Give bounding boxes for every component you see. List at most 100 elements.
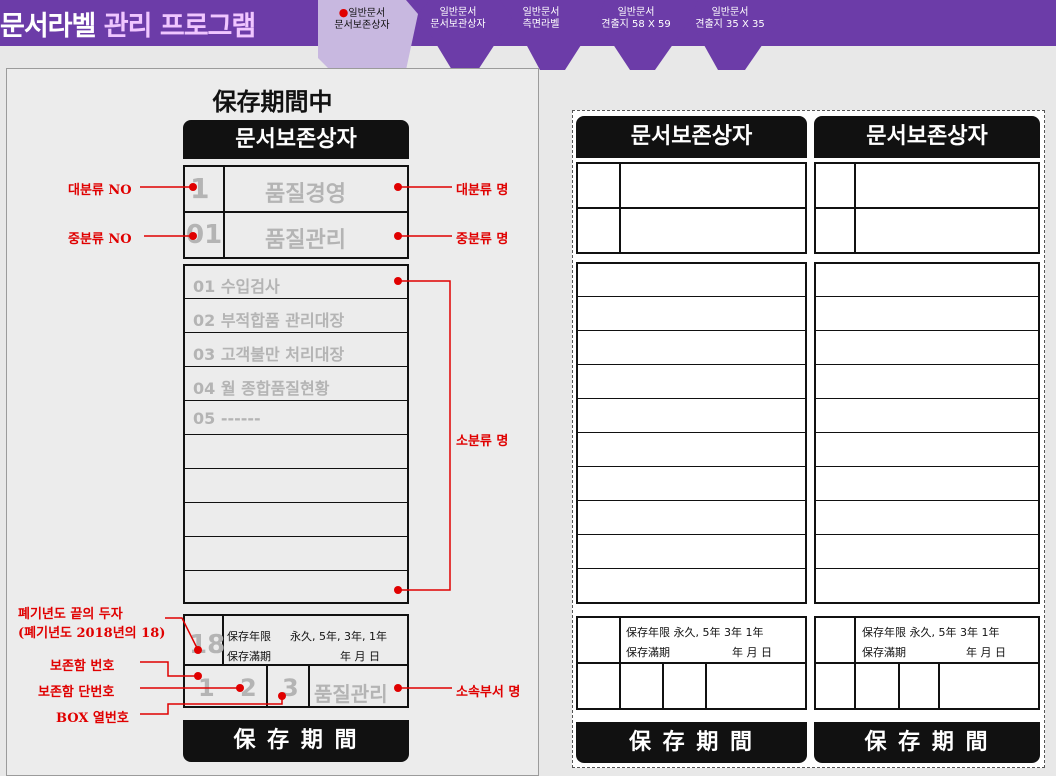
annotation-disposal-line2: (폐기년도 2018년의 18) [18, 626, 166, 641]
divider [185, 332, 407, 333]
panel-title: 保存期間中 [212, 88, 333, 116]
divider [578, 330, 805, 331]
divider [185, 468, 407, 469]
divider [576, 207, 807, 209]
tab-label-line1: 일반문서 [522, 7, 560, 18]
tab-label-line2: 문서보존상자 [334, 20, 390, 31]
tab-label-line2: 측면라벨 [522, 19, 560, 30]
tab-label-line1: 일반문서 [348, 8, 386, 19]
divider [185, 298, 407, 299]
divider [816, 432, 1038, 433]
divider [578, 398, 805, 399]
tab-label-line2: 견출지 58 X 59 [601, 19, 671, 30]
sub-item-4[interactable]: 04 월 종합품질현황 [193, 375, 329, 399]
divider [816, 330, 1038, 331]
expiry-units: 年 月 日 [340, 650, 380, 663]
preview-expiry-units: 年 月 日 [966, 646, 1006, 659]
mid-no-field[interactable]: 01 [186, 220, 222, 250]
divider [185, 400, 407, 401]
mid-name-field[interactable]: 품질관리 [265, 222, 346, 254]
divider [223, 165, 225, 259]
annotation-box-col: BOX 열번호 [56, 711, 129, 726]
app-title-part1: 문서라벨 [0, 11, 96, 42]
divider [578, 534, 805, 535]
divider [578, 466, 805, 467]
divider [816, 568, 1038, 569]
disposal-year-field[interactable]: 18 [189, 630, 225, 660]
sub-item-5[interactable]: 05 ------ [193, 409, 261, 428]
preview-header: 문서보존상자 [814, 116, 1040, 158]
divider [898, 662, 900, 710]
annotation-mid-no: 중분류 NO [68, 232, 132, 247]
preview-retention: 保存年限 永久, 5年 3年 1年 [862, 626, 1000, 639]
storage-no-field[interactable]: 1 [198, 674, 215, 702]
divider [854, 162, 856, 254]
preview-header: 문서보존상자 [576, 116, 807, 158]
preview-footer: 保 存 期 間 [814, 722, 1040, 763]
divider [183, 664, 409, 666]
tab-label-line1: 일반문서 [711, 7, 749, 18]
app-title-part2: 관리 프로그램 [103, 11, 256, 42]
divider [816, 500, 1038, 501]
annotation-department: 소속부서 명 [456, 685, 521, 700]
tab-label-line1: 일반문서 [439, 7, 477, 18]
divider [578, 432, 805, 433]
tab-label-line2: 견출지 35 X 35 [695, 19, 765, 30]
divider [185, 570, 407, 571]
preview-footer: 保 存 期 間 [576, 722, 807, 763]
tab-storage-box[interactable]: 일반문서 문서보관상자 [418, 7, 498, 31]
box-header: 문서보존상자 [183, 120, 409, 159]
preview-sub-box [814, 262, 1040, 604]
tab-side-label[interactable]: 일반문서 측면라벨 [501, 7, 581, 31]
divider [816, 364, 1038, 365]
divider [816, 466, 1038, 467]
divider [576, 662, 807, 664]
divider [705, 662, 707, 710]
divider [619, 162, 621, 254]
divider [816, 296, 1038, 297]
sub-item-1[interactable]: 01 수입검사 [193, 273, 280, 297]
storage-tier-field[interactable]: 2 [240, 674, 257, 702]
annotation-sub-name: 소분류 명 [456, 434, 509, 449]
major-no-field[interactable]: 1 [190, 172, 209, 205]
tab-index-35x35[interactable]: 일반문서 견출지 35 X 35 [690, 7, 770, 31]
sub-item-2[interactable]: 02 부적합품 관리대장 [193, 307, 344, 331]
divider [183, 211, 409, 213]
tab-archive-box[interactable]: ●일반문서 문서보존상자 [322, 7, 402, 32]
app-title: 문서라벨 관리 프로그램 [0, 4, 256, 44]
divider [854, 616, 856, 662]
box-col-field[interactable]: 3 [282, 674, 299, 702]
divider [816, 534, 1038, 535]
department-field[interactable]: 품질관리 [314, 678, 388, 707]
retention-label: 保存年限 [227, 630, 271, 643]
annotation-storage-no: 보존함 번호 [50, 659, 115, 674]
preview-sub-box [576, 262, 807, 604]
tab-label-line2: 문서보관상자 [430, 19, 486, 30]
label-preview-card-2: 문서보존상자 保存年限 永久, 5年 3年 1年 保存滿期 年 月 日 保 存 … [814, 116, 1045, 763]
tab-index-58x59[interactable]: 일반문서 견출지 58 X 59 [596, 7, 676, 31]
preview-retention: 保存年限 永久, 5年 3年 1年 [626, 626, 764, 639]
sub-item-3[interactable]: 03 고객불만 처리대장 [193, 341, 344, 365]
divider [814, 207, 1040, 209]
retention-values: 永久, 5年, 3年, 1年 [290, 630, 387, 643]
divider [185, 502, 407, 503]
divider [662, 662, 664, 710]
expiry-label: 保存滿期 [227, 650, 271, 663]
divider [266, 664, 268, 708]
annotation-major-name: 대분류 명 [456, 183, 509, 198]
divider [854, 662, 856, 710]
divider [185, 536, 407, 537]
label-preview-sheet: 문서보존상자 保存年限 永久, 5年 3年 1年 保存滿期 年 月 日 保 存 … [572, 110, 1045, 768]
divider [185, 434, 407, 435]
divider [578, 296, 805, 297]
preview-expiry-label: 保存滿期 [862, 646, 906, 659]
divider [578, 568, 805, 569]
box-footer: 保 存 期 間 [183, 720, 409, 762]
divider [619, 616, 621, 662]
divider [185, 366, 407, 367]
annotation-storage-tier: 보존함 단번호 [38, 685, 115, 700]
divider [308, 664, 310, 708]
active-dot-icon: ● [338, 6, 349, 19]
major-name-field[interactable]: 품질경영 [265, 176, 346, 208]
annotation-mid-name: 중분류 명 [456, 232, 509, 247]
